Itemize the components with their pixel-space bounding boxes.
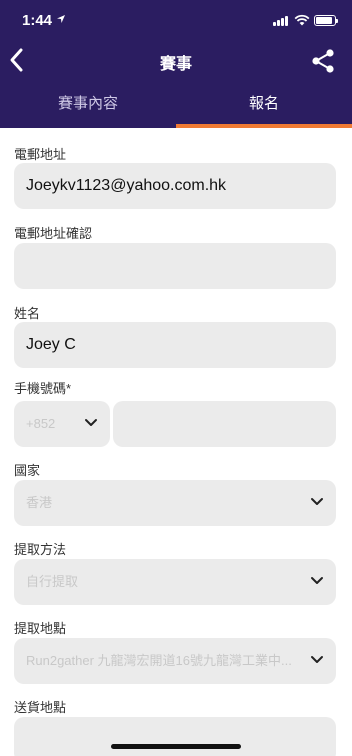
tab-bar: 賽事內容 報名 <box>0 82 352 128</box>
active-tab-indicator <box>176 124 352 128</box>
wifi-icon <box>294 14 310 26</box>
country-label: 國家 <box>14 463 41 478</box>
pickup-method-select[interactable]: 自行提取 <box>14 559 336 605</box>
country-value: 香港 <box>26 495 53 510</box>
email-confirm-label: 電郵地址確認 <box>14 226 93 241</box>
email-confirm-field[interactable] <box>14 243 336 289</box>
delivery-location-field[interactable] <box>14 717 336 756</box>
phone-number-field[interactable] <box>113 401 336 447</box>
country-code-select[interactable]: +852 <box>14 401 110 447</box>
phone-screen: 1:44 賽事 賽事內容 報名 電郵地址 Joeykv1123@yahoo.co… <box>0 0 352 756</box>
pickup-location-label: 提取地點 <box>14 621 67 636</box>
pickup-method-label: 提取方法 <box>14 542 67 557</box>
battery-icon <box>314 15 338 26</box>
pickup-location-select[interactable]: Run2gather 九龍灣宏開道16號九龍灣工業中... <box>14 638 336 684</box>
tab-event-details[interactable]: 賽事內容 <box>0 82 176 128</box>
name-label: 姓名 <box>14 306 41 321</box>
page-title: 賽事 <box>159 56 192 73</box>
home-indicator[interactable] <box>111 744 241 749</box>
chevron-down-icon <box>311 656 323 663</box>
email-label: 電郵地址 <box>14 147 67 162</box>
phone-label: 手機號碼* <box>14 381 72 396</box>
tab-registration[interactable]: 報名 <box>176 82 352 128</box>
delivery-location-label: 送貨地點 <box>14 700 67 715</box>
chevron-down-icon <box>311 498 323 505</box>
country-select[interactable]: 香港 <box>14 480 336 526</box>
country-code-value: +852 <box>26 416 56 431</box>
location-arrow-icon <box>57 15 65 23</box>
status-bar: 1:44 <box>0 0 352 42</box>
cellular-signal-icon <box>273 16 290 26</box>
status-time: 1:44 <box>22 12 53 29</box>
chevron-down-icon <box>311 577 323 584</box>
name-field[interactable]: Joey C <box>14 322 336 368</box>
chevron-down-icon <box>85 419 97 426</box>
pickup-location-value: Run2gather 九龍灣宏開道16號九龍灣工業中... <box>26 653 292 668</box>
pickup-method-value: 自行提取 <box>26 574 79 589</box>
email-field[interactable]: Joeykv1123@yahoo.com.hk <box>14 163 336 209</box>
header-bar: 1:44 賽事 賽事內容 報名 <box>0 0 352 128</box>
share-icon[interactable] <box>311 48 335 74</box>
